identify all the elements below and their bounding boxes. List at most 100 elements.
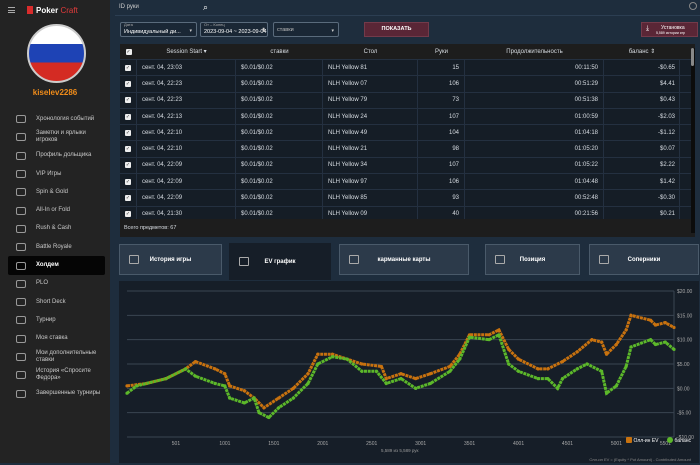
data-point: [516, 357, 521, 361]
table-cell: NLH Yellow 24: [323, 108, 418, 125]
table-cell: сент. 04, 22:13: [137, 108, 236, 125]
table-cell: NLH Yellow 79: [323, 92, 418, 108]
sidebar-item-label: Холдем: [36, 262, 59, 269]
x-tick-label: 1501: [268, 441, 279, 447]
column-header[interactable]: ставки: [236, 49, 323, 55]
data-point: [252, 396, 256, 400]
table-cell: 98: [418, 141, 465, 157]
stakes-select[interactable]: ставки ▾: [273, 22, 339, 37]
table-row[interactable]: ✓ сент. 04, 22:10 $0.01/$0.02 NLH Yellow 21…: [120, 141, 695, 158]
sidebar-item[interactable]: Battle Royale: [8, 238, 105, 256]
table-cell: сент. 04, 22:09: [137, 157, 236, 174]
sidebar-item[interactable]: Холдем: [8, 256, 105, 275]
hand-id-input[interactable]: ID руки: [119, 4, 139, 10]
y-tick-label: $20.00: [677, 289, 693, 295]
data-point: [213, 381, 217, 386]
column-header[interactable]: Продолжительность: [465, 49, 604, 55]
row-checkbox[interactable]: ✓: [120, 76, 137, 92]
search-icon[interactable]: ⌕: [203, 2, 208, 13]
data-point: [590, 338, 594, 342]
sidebar-item[interactable]: Турнир: [8, 311, 105, 329]
x-tick-label: 501: [172, 441, 181, 447]
show-button[interactable]: ПОКАЗАТЬ: [364, 22, 429, 37]
table-row[interactable]: ✓ сент. 04, 22:23 $0.01/$0.02 NLH Yellow 07…: [120, 76, 695, 93]
table-cell: $0.01/$0.02: [236, 92, 323, 108]
tab-icon: [349, 255, 359, 264]
menu-icon[interactable]: [8, 7, 15, 13]
nav-icon: [16, 371, 26, 380]
sidebar-item[interactable]: All-In or Fold: [8, 201, 105, 219]
table-row[interactable]: ✓ сент. 04, 22:10 $0.01/$0.02 NLH Yellow 49…: [120, 125, 695, 142]
tab-3[interactable]: Позиция: [485, 244, 580, 275]
column-header[interactable]: Стол: [323, 49, 418, 55]
column-header[interactable]: баланс ⇕: [604, 48, 680, 55]
tab-1[interactable]: EV график: [229, 243, 331, 280]
row-checkbox[interactable]: ✓: [120, 92, 137, 108]
data-point: [560, 359, 565, 364]
table-row[interactable]: ✓ сент. 04, 22:09 $0.01/$0.02 NLH Yellow 85…: [120, 190, 695, 207]
tab-0[interactable]: История игры: [119, 244, 222, 275]
table-row[interactable]: ✓ сент. 04, 22:09 $0.01/$0.02 NLH Yellow 34…: [120, 157, 695, 175]
row-checkbox[interactable]: ✓: [120, 157, 137, 174]
sidebar-item[interactable]: Short Deck: [8, 293, 105, 311]
scrollbar[interactable]: [691, 48, 695, 233]
row-checkbox[interactable]: ✓: [120, 125, 137, 141]
data-point: [663, 321, 667, 325]
globe-icon[interactable]: [689, 2, 697, 10]
data-point: [330, 355, 335, 359]
sidebar-item[interactable]: Профиль дольщика: [8, 147, 105, 165]
sidebar-item[interactable]: Хронология событий: [8, 110, 105, 128]
data-point: [374, 369, 379, 373]
table-row[interactable]: ✓ сент. 04, 22:09 $0.01/$0.02 NLH Yellow 97…: [120, 174, 695, 191]
row-checkbox[interactable]: ✓: [120, 174, 137, 190]
sidebar-item[interactable]: Завершенные турниры: [8, 384, 105, 402]
nav-icon: [16, 334, 26, 343]
row-checkbox[interactable]: ✓: [120, 60, 137, 76]
install-button[interactable]: ⤓ Установка 5,589 истории игр: [641, 22, 698, 37]
table-row[interactable]: ✓ сент. 04, 23:03 $0.01/$0.02 NLH Yellow 81…: [120, 60, 695, 77]
table-row[interactable]: ✓ сент. 04, 22:23 $0.01/$0.02 NLH Yellow 79…: [120, 92, 695, 109]
sidebar-item[interactable]: Заметки и ярлыки игроков: [8, 128, 105, 146]
column-header[interactable]: Session Start ▾: [137, 48, 236, 55]
sidebar-item[interactable]: Мои дополнительные ставки: [8, 348, 105, 366]
table-cell: 00:51:29: [465, 76, 604, 92]
column-header[interactable]: Руки: [418, 49, 465, 55]
chevron-down-icon: ▾: [189, 28, 192, 34]
date-select[interactable]: Дата Индивидуальный ди... ▾: [120, 22, 197, 37]
row-checkbox[interactable]: ✓: [120, 108, 137, 125]
sidebar-item[interactable]: PLO: [8, 275, 105, 293]
top-bar: ID руки ⌕: [115, 0, 700, 16]
table-cell: NLH Yellow 81: [323, 60, 418, 76]
table-cell: $0.01/$0.02: [236, 157, 323, 174]
data-point: [536, 377, 540, 381]
tab-2[interactable]: карманные карты: [339, 244, 469, 275]
select-all-checkbox[interactable]: ✓: [120, 48, 137, 55]
data-point: [604, 352, 609, 356]
sidebar-item[interactable]: Rush & Cash: [8, 220, 105, 238]
table-cell: $0.07: [604, 141, 680, 157]
data-point: [360, 369, 364, 373]
data-point: [125, 391, 129, 395]
date-label: Дата: [124, 22, 133, 27]
sidebar-item[interactable]: Spin & Gold: [8, 183, 105, 201]
row-checkbox[interactable]: ✓: [120, 141, 137, 157]
row-checkbox[interactable]: ✓: [120, 190, 137, 206]
table-row[interactable]: ✓ сент. 04, 22:13 $0.01/$0.02 NLH Yellow 24…: [120, 108, 695, 126]
nav-icon: [16, 115, 26, 124]
data-point: [604, 391, 609, 395]
tab-4[interactable]: Соперники: [589, 244, 699, 275]
data-point: [193, 374, 198, 378]
sidebar-item[interactable]: Моя ставка: [8, 330, 105, 348]
avatar[interactable]: [27, 24, 86, 83]
sidebar-item[interactable]: История «Спросите Федора»: [8, 366, 105, 384]
sidebar-item[interactable]: VIP Игры: [8, 165, 105, 183]
date-range-input[interactable]: От – Конец 2023-09-04 ~ 2023-09-04 ▮: [200, 22, 268, 37]
calendar-icon: ▮: [262, 27, 265, 33]
download-icon: ⤓: [646, 25, 650, 32]
data-point: [213, 367, 217, 371]
install-subtitle: 5,589 истории игр: [656, 31, 685, 35]
data-point: [600, 369, 604, 373]
chevron-down-icon: ▾: [331, 28, 334, 34]
legend-item-ev[interactable]: Олл-ин EV: [625, 437, 659, 444]
legend-item-balance[interactable]: баланс: [666, 437, 691, 444]
